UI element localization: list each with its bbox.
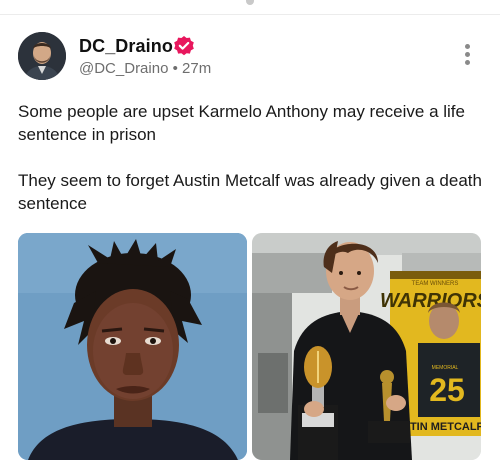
verified-badge-icon: [174, 36, 194, 56]
banner-jersey-number: 25: [429, 372, 465, 408]
post-paragraph: Some people are upset Karmelo Anthony ma…: [18, 102, 465, 144]
banner-jersey-team: MEMORIAL: [432, 365, 459, 371]
handle-line: @DC_Draino • 27m: [79, 60, 211, 77]
media-image-right[interactable]: TEAM WINNERS WARRIORS MEMORIAL 25 AUSTIN…: [252, 233, 481, 460]
top-divider: [0, 14, 500, 15]
author-handle[interactable]: @DC_Draino: [79, 60, 168, 77]
author-name[interactable]: DC_Draino: [79, 36, 173, 57]
media-image-left[interactable]: [18, 233, 247, 460]
post-body: Some people are upset Karmelo Anthony ma…: [18, 100, 486, 215]
avatar[interactable]: [18, 32, 66, 80]
post-paragraph: They seem to forget Austin Metcalf was a…: [18, 171, 482, 213]
post-timestamp: 27m: [182, 60, 212, 77]
banner-team-small: TEAM WINNERS: [412, 281, 459, 287]
more-vertical-icon[interactable]: [458, 44, 476, 72]
drag-handle: [246, 0, 254, 5]
meta-separator: •: [172, 60, 178, 77]
